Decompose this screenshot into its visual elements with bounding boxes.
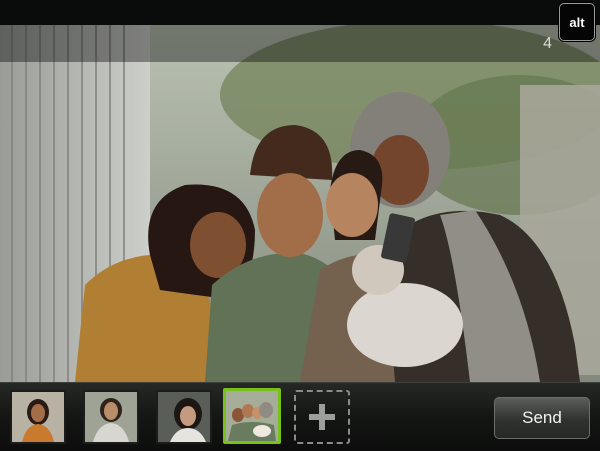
thumbnail-image [12, 392, 64, 442]
thumbnail-image [85, 392, 137, 442]
add-photo-button[interactable] [294, 390, 350, 444]
top-bar [0, 0, 600, 25]
thumbnail-photo-1[interactable] [10, 390, 66, 444]
thumbnail-photo-3[interactable] [156, 390, 212, 444]
plus-icon [309, 404, 335, 430]
photo-info-strip: 4 [0, 25, 600, 62]
thumbnail-photo-4[interactable] [223, 388, 281, 444]
photo-viewer[interactable]: 4 [0, 25, 600, 382]
thumbnail-photo-2[interactable] [83, 390, 139, 444]
alt-key-indicator: alt [559, 3, 595, 41]
attachment-tray: Send [0, 382, 600, 451]
group-selfie-photo [0, 25, 600, 382]
send-button[interactable]: Send [494, 397, 590, 439]
thumbnail-image [226, 391, 278, 441]
photo-counter: 4 [543, 35, 552, 52]
thumbnail-image [158, 392, 210, 442]
